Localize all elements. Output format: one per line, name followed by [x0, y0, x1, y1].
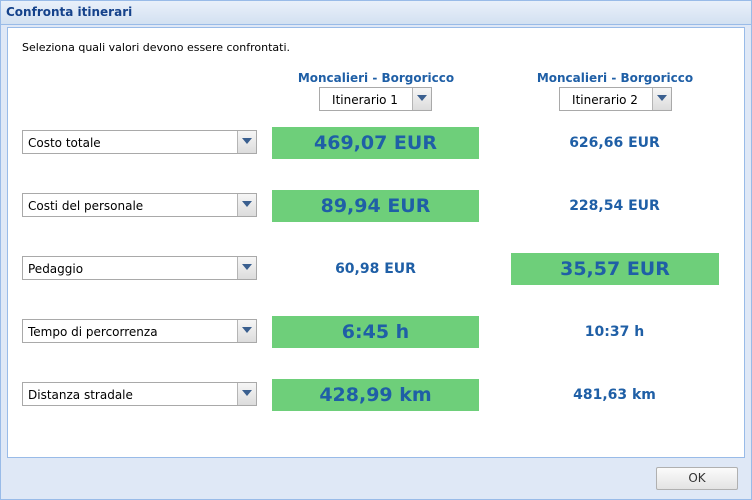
chevron-down-icon[interactable] [652, 88, 671, 110]
row-3-value-1: 60,98 EUR [335, 261, 416, 277]
ok-button[interactable]: OK [656, 467, 738, 490]
criterion-label: Tempo di percorrenza [28, 325, 158, 339]
chevron-down-icon[interactable] [412, 88, 431, 110]
chevron-down-icon[interactable] [237, 383, 256, 405]
column-1-route-title: Moncalieri - Borgoricco [297, 71, 455, 85]
chevron-down-icon[interactable] [237, 131, 256, 153]
compare-routes-dialog: Confronta itinerari Seleziona quali valo… [0, 0, 752, 500]
criterion-select-3[interactable]: Pedaggio [22, 256, 257, 280]
chevron-down-icon[interactable] [237, 257, 256, 279]
row-2-value-2: 228,54 EUR [569, 198, 660, 214]
row-4-value-2: 10:37 h [584, 324, 645, 340]
chevron-down-icon[interactable] [237, 320, 256, 342]
criterion-select-2[interactable]: Costi del personale [22, 193, 257, 217]
chevron-down-icon[interactable] [237, 194, 256, 216]
dialog-title: Confronta itinerari [6, 5, 133, 19]
criterion-label: Costo totale [28, 136, 101, 150]
row-5-value-1: 428,99 km [272, 379, 479, 411]
dialog-titlebar: Confronta itinerari [1, 1, 751, 25]
criterion-label: Distanza stradale [28, 388, 133, 402]
intro-text: Seleziona quali valori devono essere con… [22, 41, 291, 54]
itinerary-2-select-value: Itinerario 2 [572, 93, 638, 107]
itinerary-2-select[interactable]: Itinerario 2 [559, 87, 672, 111]
row-3-value-2: 35,57 EUR [511, 253, 719, 285]
criterion-select-5[interactable]: Distanza stradale [22, 382, 257, 406]
dialog-body: Seleziona quali valori devono essere con… [7, 27, 745, 458]
dialog-footer: OK [1, 459, 751, 499]
criterion-label: Costi del personale [28, 199, 144, 213]
row-1-value-1: 469,07 EUR [272, 127, 479, 159]
criterion-select-1[interactable]: Costo totale [22, 130, 257, 154]
itinerary-1-select[interactable]: Itinerario 1 [319, 87, 432, 111]
criterion-label: Pedaggio [28, 262, 84, 276]
row-5-value-2: 481,63 km [573, 387, 656, 403]
itinerary-1-select-value: Itinerario 1 [332, 93, 398, 107]
row-1-value-2: 626,66 EUR [569, 135, 660, 151]
criterion-select-4[interactable]: Tempo di percorrenza [22, 319, 257, 343]
column-2-route-title: Moncalieri - Borgoricco [536, 71, 694, 85]
row-4-value-1: 6:45 h [272, 316, 479, 348]
row-2-value-1: 89,94 EUR [272, 190, 479, 222]
